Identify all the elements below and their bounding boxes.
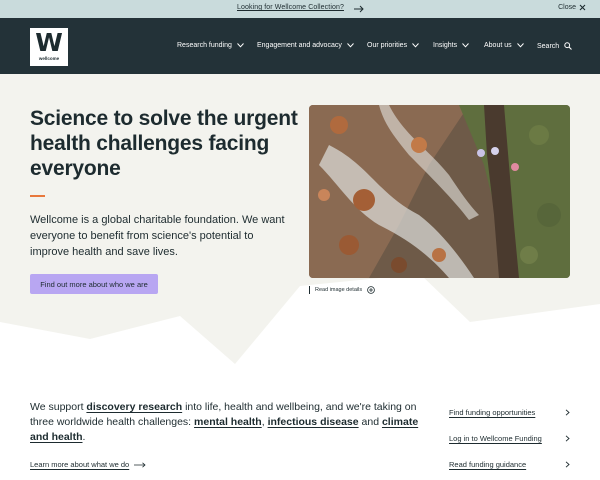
site-header: W wellcome Research funding Engagement a…	[0, 18, 600, 74]
chevron-right-icon	[565, 409, 570, 416]
nav-our-priorities[interactable]: Our priorities	[367, 42, 419, 49]
hero-description: Wellcome is a global charitable foundati…	[30, 214, 285, 258]
close-label: Close	[558, 4, 576, 11]
discovery-research-link[interactable]: discovery research	[86, 401, 182, 413]
nav-label: Engagement and advocacy	[257, 42, 342, 49]
image-details-label: Read image details	[315, 287, 363, 293]
search-button[interactable]: Search	[537, 42, 573, 50]
nav-research-funding[interactable]: Research funding	[177, 42, 244, 49]
arrow-right-icon	[354, 5, 364, 13]
support-text: and	[358, 416, 382, 428]
read-funding-guidance-link[interactable]: Read funding guidance	[449, 460, 570, 469]
support-statement: We support discovery research into life,…	[30, 400, 430, 445]
chevron-down-icon	[412, 43, 419, 48]
close-notice-button[interactable]: Close	[558, 4, 586, 11]
support-text: .	[82, 431, 86, 443]
nav-engagement-advocacy[interactable]: Engagement and advocacy	[257, 42, 354, 49]
chevron-right-icon	[565, 461, 570, 468]
support-text: We support	[30, 401, 87, 413]
hero-photo[interactable]	[309, 105, 570, 278]
notice-bar: Looking for Wellcome Collection? Close	[0, 0, 600, 18]
accent-rule	[30, 195, 45, 197]
find-funding-link[interactable]: Find funding opportunities	[449, 408, 570, 417]
logo-text: wellcome	[38, 56, 60, 61]
chevron-down-icon	[516, 43, 524, 48]
find-out-more-button[interactable]: Find out more about who we are	[30, 274, 158, 294]
arrow-right-icon	[134, 461, 146, 468]
learn-more-label: Learn more about what we do	[30, 460, 130, 469]
log-in-wellcome-funding-link[interactable]: Log in to Wellcome Funding	[449, 434, 570, 443]
nav-label: Our priorities	[367, 42, 408, 49]
learn-more-link[interactable]: Learn more about what we do	[30, 460, 146, 469]
search-icon	[564, 42, 573, 50]
divider	[309, 286, 310, 294]
nav-label: Research funding	[177, 42, 232, 49]
side-link-label: Read funding guidance	[449, 460, 527, 469]
chevron-down-icon	[462, 43, 469, 48]
wellcome-logo[interactable]: W wellcome	[30, 28, 68, 66]
nav-insights[interactable]: Insights	[433, 42, 469, 49]
infectious-disease-link[interactable]: infectious disease	[268, 416, 359, 428]
mental-health-link[interactable]: mental health	[194, 416, 262, 428]
chevron-right-icon	[565, 435, 570, 442]
hero-title: Science to solve the urgent health chall…	[30, 107, 298, 180]
chevron-down-icon	[346, 43, 354, 48]
nav-label: Insights	[433, 42, 458, 49]
nav-about-us[interactable]: About us	[484, 42, 524, 49]
side-link-label: Find funding opportunities	[449, 408, 536, 417]
plus-circle-icon	[367, 286, 375, 294]
wellcome-collection-link[interactable]: Looking for Wellcome Collection?	[237, 4, 344, 11]
side-link-label: Log in to Wellcome Funding	[449, 434, 542, 443]
close-icon	[579, 4, 586, 11]
nav-label: About us	[484, 42, 512, 49]
chevron-down-icon	[237, 43, 244, 48]
read-image-details[interactable]: Read image details	[309, 286, 375, 294]
logo-letter: W	[35, 28, 63, 57]
search-label: Search	[537, 42, 560, 50]
